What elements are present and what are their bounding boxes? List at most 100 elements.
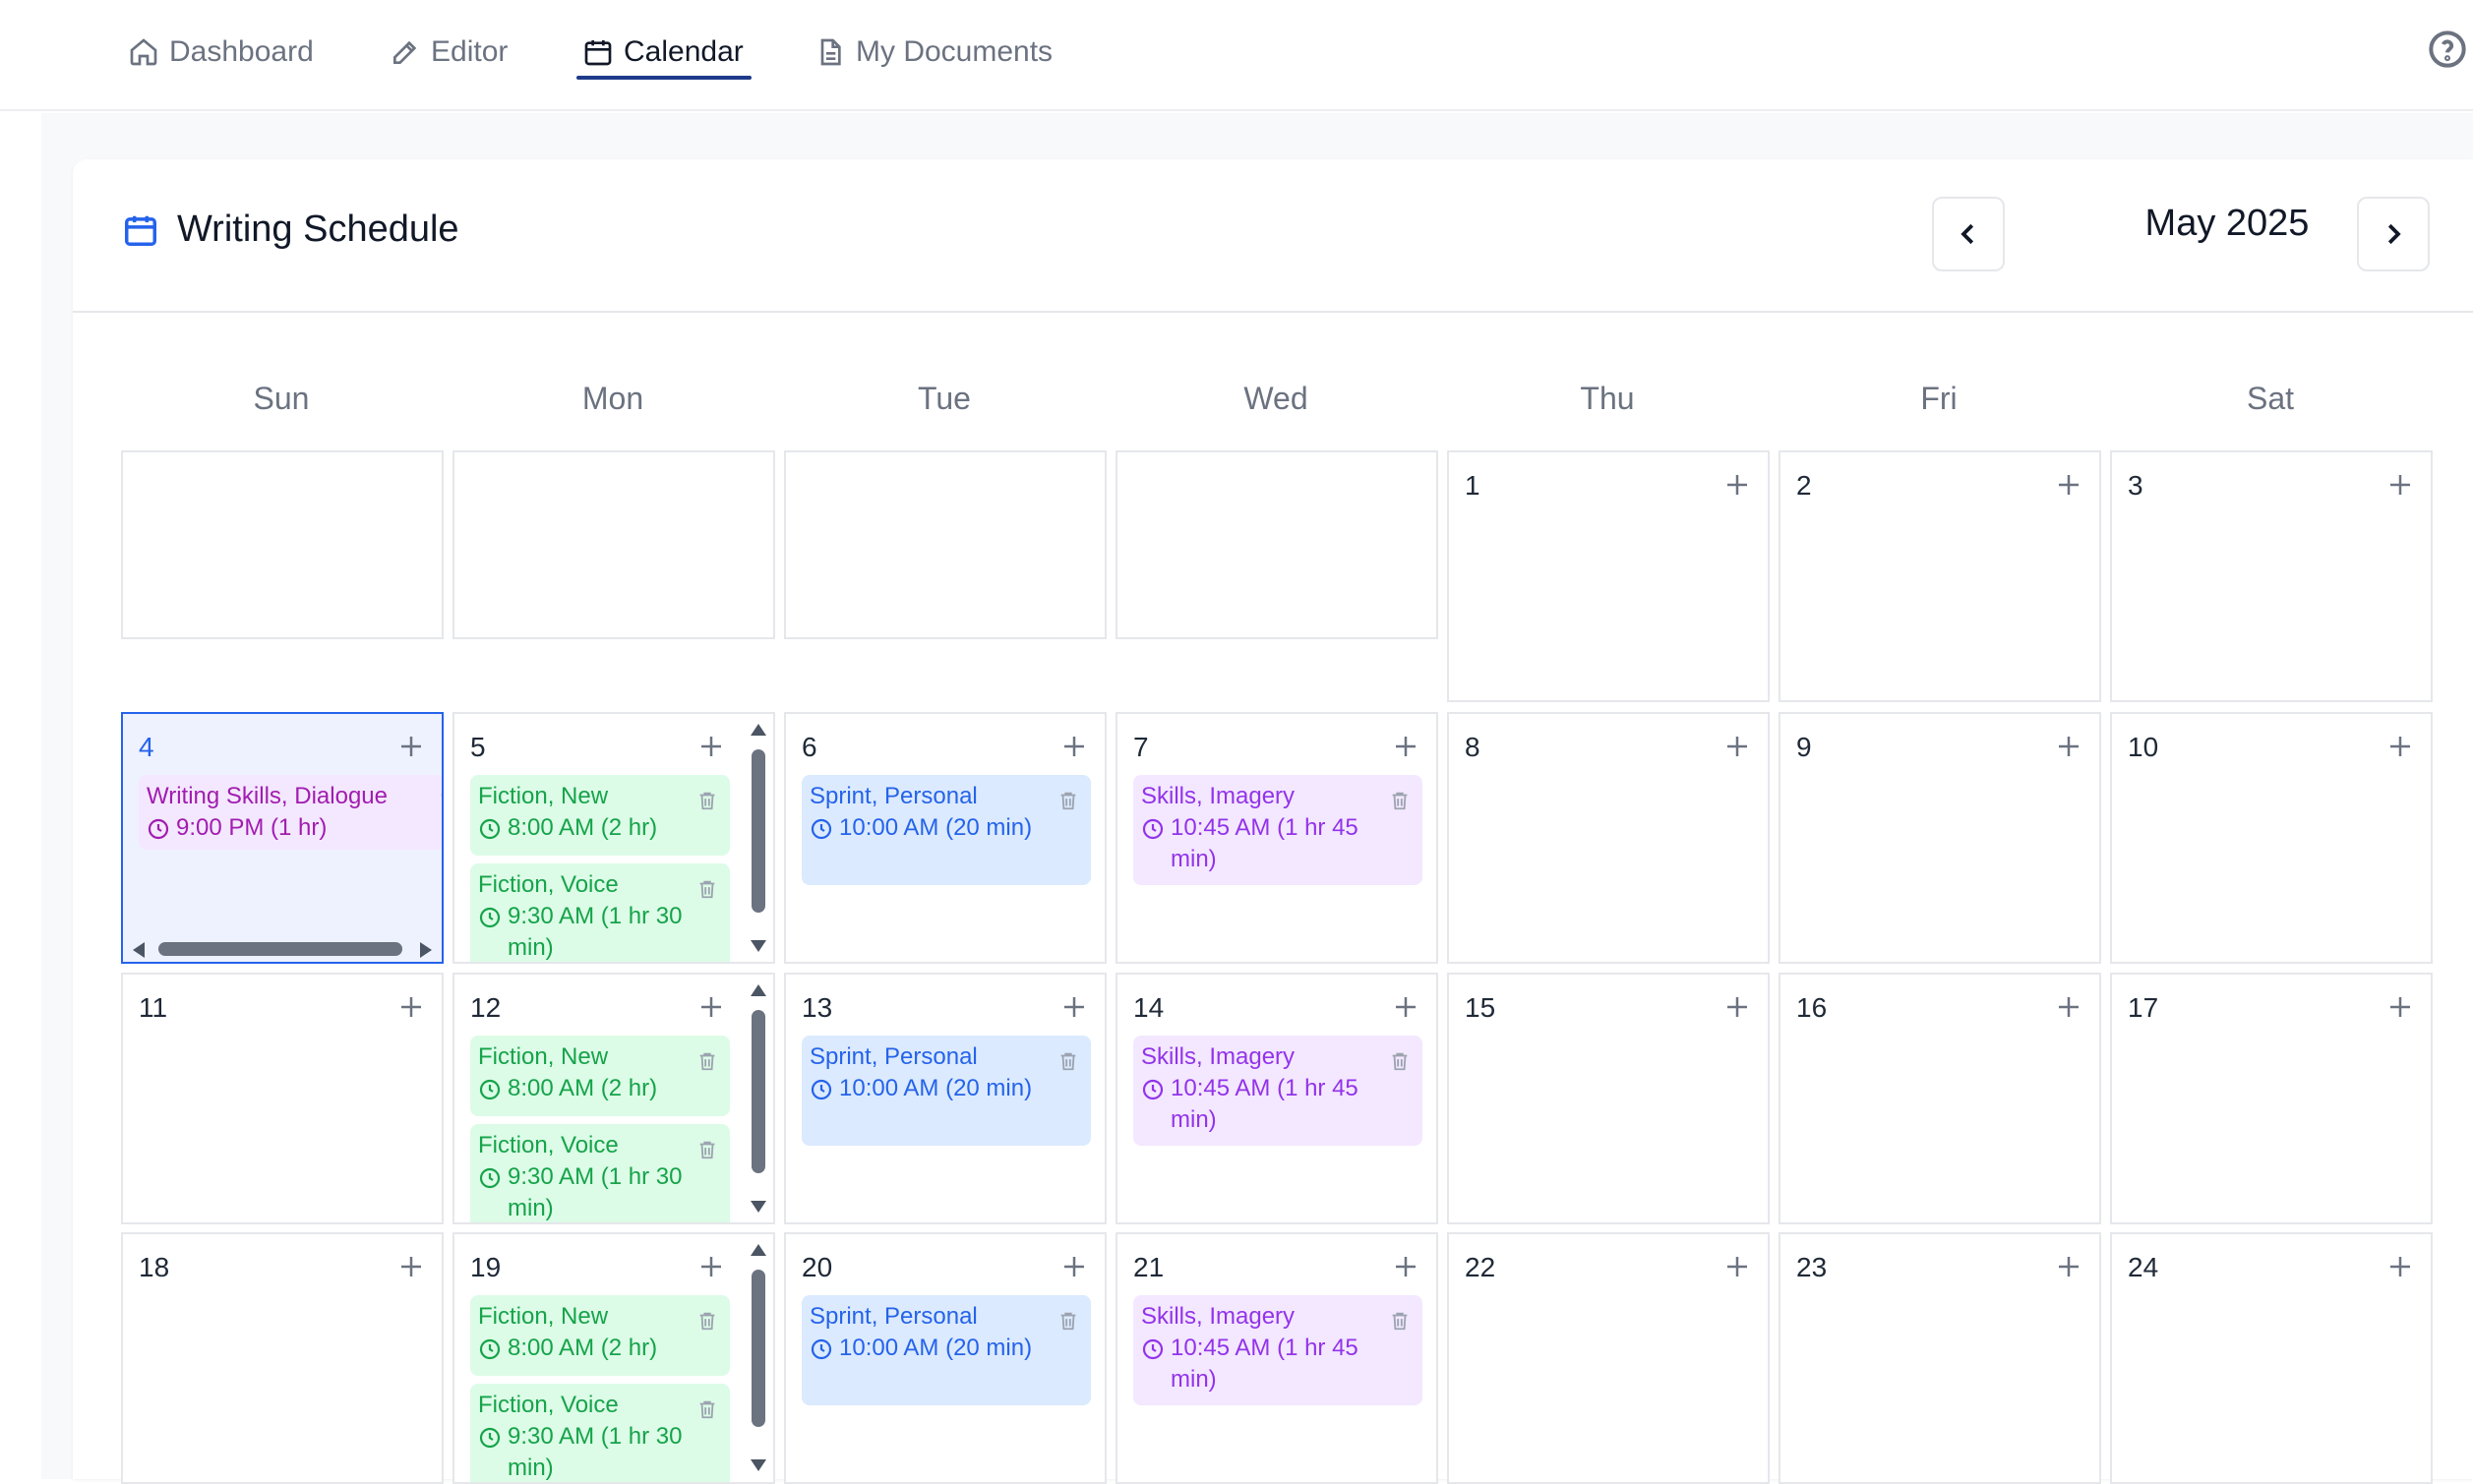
- calendar-day-8[interactable]: 8: [1447, 712, 1770, 964]
- add-event-button[interactable]: [2385, 470, 2415, 500]
- vertical-scrollbar[interactable]: [744, 1234, 773, 1481]
- calendar-day-17[interactable]: 17: [2110, 973, 2433, 1224]
- vertical-scrollbar[interactable]: [744, 975, 773, 1222]
- calendar-day-13[interactable]: 13 Sprint, Personal 10:00 AM (20 min): [784, 973, 1107, 1224]
- scrollbar-thumb[interactable]: [752, 749, 765, 913]
- event-sprint-personal[interactable]: Sprint, Personal 10:00 AM (20 min): [802, 1036, 1091, 1146]
- delete-event-button[interactable]: [1389, 789, 1411, 810]
- nav-editor[interactable]: Editor: [390, 28, 508, 77]
- add-event-button[interactable]: [1391, 1252, 1420, 1281]
- event-fiction-new[interactable]: Fiction, New 8:00 AM (2 hr): [470, 1036, 730, 1116]
- day-number: 2: [1796, 470, 1812, 501]
- calendar-day-6[interactable]: 6 Sprint, Personal 10:00 AM (20 min): [784, 712, 1107, 964]
- add-event-button[interactable]: [1059, 1252, 1089, 1281]
- calendar-day-12[interactable]: 12 Fiction, New 8:00 AM (2 hr) Fiction, …: [452, 973, 775, 1224]
- calendar-day-22[interactable]: 22: [1447, 1232, 1770, 1484]
- add-event-button[interactable]: [1391, 732, 1420, 761]
- scroll-up-arrow-icon[interactable]: [751, 984, 766, 996]
- previous-month-button[interactable]: [1932, 197, 2005, 271]
- scroll-left-arrow-icon[interactable]: [133, 942, 145, 958]
- event-skills-imagery[interactable]: Skills, Imagery 10:45 AM (1 hr 45 min): [1133, 1036, 1422, 1146]
- nav-my-documents[interactable]: My Documents: [814, 28, 1053, 77]
- add-event-button[interactable]: [1722, 732, 1752, 761]
- add-event-button[interactable]: [396, 732, 426, 761]
- scroll-down-arrow-icon[interactable]: [751, 940, 766, 952]
- add-event-button[interactable]: [2054, 992, 2083, 1022]
- calendar-day-15[interactable]: 15: [1447, 973, 1770, 1224]
- delete-event-button[interactable]: [1057, 789, 1079, 810]
- delete-event-button[interactable]: [696, 1138, 718, 1159]
- next-month-button[interactable]: [2357, 197, 2430, 271]
- help-button[interactable]: [2428, 30, 2467, 69]
- event-fiction-new[interactable]: Fiction, New 8:00 AM (2 hr): [470, 775, 730, 856]
- calendar-day-3[interactable]: 3: [2110, 450, 2433, 702]
- scroll-right-arrow-icon[interactable]: [420, 942, 432, 958]
- event-fiction-new[interactable]: Fiction, New 8:00 AM (2 hr): [470, 1295, 730, 1376]
- vertical-scrollbar[interactable]: [744, 714, 773, 962]
- scroll-up-arrow-icon[interactable]: [751, 724, 766, 736]
- calendar-day-5[interactable]: 5 Fiction, New 8:00 AM (2 hr) Fiction, V…: [452, 712, 775, 964]
- delete-event-button[interactable]: [696, 1397, 718, 1419]
- event-skills-imagery[interactable]: Skills, Imagery 10:45 AM (1 hr 45 min): [1133, 775, 1422, 885]
- event-time-row: 8:00 AM (2 hr): [478, 812, 693, 844]
- scrollbar-thumb[interactable]: [752, 1010, 765, 1173]
- calendar-day-11[interactable]: 11: [121, 973, 444, 1224]
- calendar-day-4[interactable]: 4 Writing Skills, Dialogue 9:00 PM (1 hr…: [121, 712, 444, 964]
- scroll-up-arrow-icon[interactable]: [751, 1244, 766, 1256]
- delete-event-button[interactable]: [696, 1309, 718, 1331]
- delete-event-button[interactable]: [1389, 1309, 1411, 1331]
- event-skills-imagery[interactable]: Skills, Imagery 10:45 AM (1 hr 45 min): [1133, 1295, 1422, 1405]
- delete-event-button[interactable]: [696, 1049, 718, 1071]
- calendar-day-24[interactable]: 24: [2110, 1232, 2433, 1484]
- add-event-button[interactable]: [1722, 1252, 1752, 1281]
- add-event-button[interactable]: [696, 732, 726, 761]
- add-event-button[interactable]: [1059, 732, 1089, 761]
- calendar-day-21[interactable]: 21 Skills, Imagery 10:45 AM (1 hr 45 min…: [1116, 1232, 1438, 1484]
- add-event-button[interactable]: [2385, 992, 2415, 1022]
- add-event-button[interactable]: [696, 1252, 726, 1281]
- plus-icon: [2059, 1257, 2079, 1276]
- calendar-day-10[interactable]: 10: [2110, 712, 2433, 964]
- add-event-button[interactable]: [696, 992, 726, 1022]
- delete-event-button[interactable]: [1057, 1049, 1079, 1071]
- calendar-day-14[interactable]: 14 Skills, Imagery 10:45 AM (1 hr 45 min…: [1116, 973, 1438, 1224]
- delete-event-button[interactable]: [1389, 1049, 1411, 1071]
- add-event-button[interactable]: [2054, 1252, 2083, 1281]
- event-writing-skills-dialogue[interactable]: Writing Skills, Dialogue 9:00 PM (1 hr): [139, 775, 442, 850]
- delete-event-button[interactable]: [696, 877, 718, 899]
- calendar-day-2[interactable]: 2: [1779, 450, 2101, 702]
- scrollbar-thumb[interactable]: [752, 1270, 765, 1427]
- event-sprint-personal[interactable]: Sprint, Personal 10:00 AM (20 min): [802, 775, 1091, 885]
- add-event-button[interactable]: [1391, 992, 1420, 1022]
- add-event-button[interactable]: [1059, 992, 1089, 1022]
- delete-event-button[interactable]: [696, 789, 718, 810]
- nav-calendar[interactable]: Calendar: [576, 28, 752, 80]
- add-event-button[interactable]: [396, 1252, 426, 1281]
- calendar-day-1[interactable]: 1: [1447, 450, 1770, 702]
- add-event-button[interactable]: [2054, 732, 2083, 761]
- scrollbar-thumb[interactable]: [158, 942, 402, 956]
- calendar-day-23[interactable]: 23: [1779, 1232, 2101, 1484]
- add-event-button[interactable]: [1722, 992, 1752, 1022]
- nav-dashboard[interactable]: Dashboard: [128, 28, 314, 77]
- calendar-day-9[interactable]: 9: [1779, 712, 2101, 964]
- event-sprint-personal[interactable]: Sprint, Personal 10:00 AM (20 min): [802, 1295, 1091, 1405]
- add-event-button[interactable]: [396, 992, 426, 1022]
- scroll-down-arrow-icon[interactable]: [751, 1201, 766, 1213]
- horizontal-scrollbar[interactable]: [123, 936, 442, 962]
- calendar-day-7[interactable]: 7 Skills, Imagery 10:45 AM (1 hr 45 min): [1116, 712, 1438, 964]
- add-event-button[interactable]: [2385, 732, 2415, 761]
- add-event-button[interactable]: [1722, 470, 1752, 500]
- delete-event-button[interactable]: [1057, 1309, 1079, 1331]
- event-fiction-voice[interactable]: Fiction, Voice 9:30 AM (1 hr 30 min): [470, 1384, 730, 1482]
- calendar-day-20[interactable]: 20 Sprint, Personal 10:00 AM (20 min): [784, 1232, 1107, 1484]
- calendar-day-18[interactable]: 18: [121, 1232, 444, 1484]
- scroll-down-arrow-icon[interactable]: [751, 1459, 766, 1471]
- add-event-button[interactable]: [2054, 470, 2083, 500]
- event-fiction-voice[interactable]: Fiction, Voice 9:30 AM (1 hr 30 min): [470, 863, 730, 962]
- add-event-button[interactable]: [2385, 1252, 2415, 1281]
- event-fiction-voice[interactable]: Fiction, Voice 9:30 AM (1 hr 30 min): [470, 1124, 730, 1222]
- calendar-day-19[interactable]: 19 Fiction, New 8:00 AM (2 hr) Fiction, …: [452, 1232, 775, 1484]
- delete-event-button[interactable]: [438, 789, 442, 810]
- calendar-day-16[interactable]: 16: [1779, 973, 2101, 1224]
